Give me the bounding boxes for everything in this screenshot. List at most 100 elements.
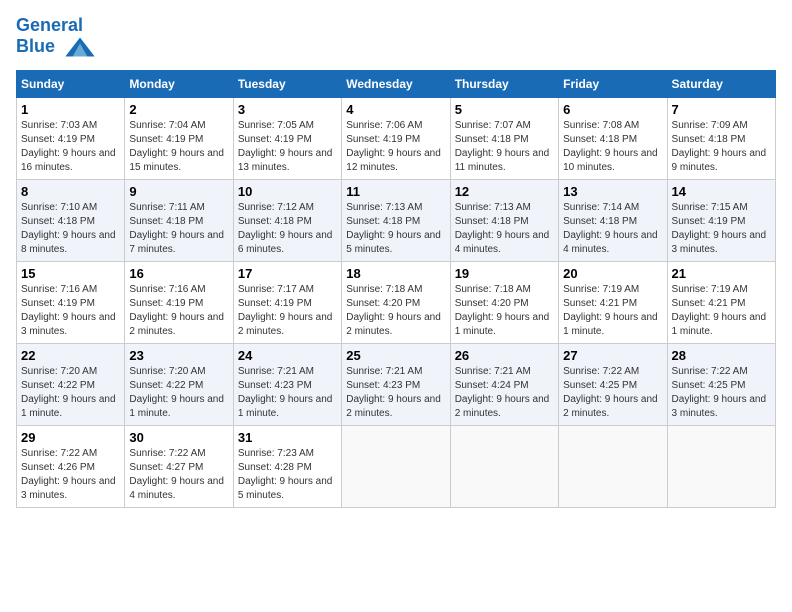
calendar-cell: 25 Sunrise: 7:21 AMSunset: 4:23 PMDaylig… (342, 343, 450, 425)
calendar-cell: 19 Sunrise: 7:18 AMSunset: 4:20 PMDaylig… (450, 261, 558, 343)
day-info: Sunrise: 7:20 AMSunset: 4:22 PMDaylight:… (21, 365, 120, 421)
day-header-thursday: Thursday (450, 70, 558, 97)
day-info: Sunrise: 7:23 AMSunset: 4:28 PMDaylight:… (238, 447, 337, 503)
calendar-cell: 11 Sunrise: 7:13 AMSunset: 4:18 PMDaylig… (342, 179, 450, 261)
day-info: Sunrise: 7:19 AMSunset: 4:21 PMDaylight:… (672, 283, 771, 339)
day-info: Sunrise: 7:09 AMSunset: 4:18 PMDaylight:… (672, 119, 771, 175)
calendar-cell: 28 Sunrise: 7:22 AMSunset: 4:25 PMDaylig… (667, 343, 775, 425)
logo-blue: Blue (16, 36, 55, 56)
day-number: 13 (563, 184, 662, 199)
day-info: Sunrise: 7:16 AMSunset: 4:19 PMDaylight:… (129, 283, 228, 339)
day-info: Sunrise: 7:21 AMSunset: 4:23 PMDaylight:… (346, 365, 445, 421)
day-info: Sunrise: 7:14 AMSunset: 4:18 PMDaylight:… (563, 201, 662, 257)
calendar-cell: 31 Sunrise: 7:23 AMSunset: 4:28 PMDaylig… (233, 425, 341, 507)
day-number: 18 (346, 266, 445, 281)
calendar-cell: 7 Sunrise: 7:09 AMSunset: 4:18 PMDayligh… (667, 97, 775, 179)
calendar-cell: 26 Sunrise: 7:21 AMSunset: 4:24 PMDaylig… (450, 343, 558, 425)
calendar-table: SundayMondayTuesdayWednesdayThursdayFrid… (16, 70, 776, 508)
calendar-cell: 9 Sunrise: 7:11 AMSunset: 4:18 PMDayligh… (125, 179, 233, 261)
day-info: Sunrise: 7:18 AMSunset: 4:20 PMDaylight:… (455, 283, 554, 339)
day-info: Sunrise: 7:21 AMSunset: 4:24 PMDaylight:… (455, 365, 554, 421)
day-info: Sunrise: 7:15 AMSunset: 4:19 PMDaylight:… (672, 201, 771, 257)
day-number: 12 (455, 184, 554, 199)
day-number: 27 (563, 348, 662, 363)
day-number: 11 (346, 184, 445, 199)
calendar-cell: 6 Sunrise: 7:08 AMSunset: 4:18 PMDayligh… (559, 97, 667, 179)
day-number: 15 (21, 266, 120, 281)
calendar-cell: 12 Sunrise: 7:13 AMSunset: 4:18 PMDaylig… (450, 179, 558, 261)
day-info: Sunrise: 7:11 AMSunset: 4:18 PMDaylight:… (129, 201, 228, 257)
calendar-cell: 1 Sunrise: 7:03 AMSunset: 4:19 PMDayligh… (17, 97, 125, 179)
day-info: Sunrise: 7:22 AMSunset: 4:25 PMDaylight:… (672, 365, 771, 421)
day-number: 9 (129, 184, 228, 199)
day-header-monday: Monday (125, 70, 233, 97)
day-info: Sunrise: 7:18 AMSunset: 4:20 PMDaylight:… (346, 283, 445, 339)
calendar-cell: 16 Sunrise: 7:16 AMSunset: 4:19 PMDaylig… (125, 261, 233, 343)
calendar-cell: 29 Sunrise: 7:22 AMSunset: 4:26 PMDaylig… (17, 425, 125, 507)
calendar-cell (450, 425, 558, 507)
logo: General Blue (16, 16, 96, 58)
calendar-cell: 8 Sunrise: 7:10 AMSunset: 4:18 PMDayligh… (17, 179, 125, 261)
day-info: Sunrise: 7:13 AMSunset: 4:18 PMDaylight:… (346, 201, 445, 257)
logo-general: General (16, 15, 83, 35)
day-number: 16 (129, 266, 228, 281)
day-number: 28 (672, 348, 771, 363)
day-number: 1 (21, 102, 120, 117)
day-number: 8 (21, 184, 120, 199)
day-number: 7 (672, 102, 771, 117)
calendar-cell: 24 Sunrise: 7:21 AMSunset: 4:23 PMDaylig… (233, 343, 341, 425)
day-number: 25 (346, 348, 445, 363)
day-info: Sunrise: 7:19 AMSunset: 4:21 PMDaylight:… (563, 283, 662, 339)
day-number: 30 (129, 430, 228, 445)
calendar-cell: 2 Sunrise: 7:04 AMSunset: 4:19 PMDayligh… (125, 97, 233, 179)
calendar-cell (667, 425, 775, 507)
day-info: Sunrise: 7:05 AMSunset: 4:19 PMDaylight:… (238, 119, 337, 175)
day-info: Sunrise: 7:22 AMSunset: 4:27 PMDaylight:… (129, 447, 228, 503)
day-info: Sunrise: 7:04 AMSunset: 4:19 PMDaylight:… (129, 119, 228, 175)
calendar-cell: 5 Sunrise: 7:07 AMSunset: 4:18 PMDayligh… (450, 97, 558, 179)
calendar-cell: 30 Sunrise: 7:22 AMSunset: 4:27 PMDaylig… (125, 425, 233, 507)
day-info: Sunrise: 7:21 AMSunset: 4:23 PMDaylight:… (238, 365, 337, 421)
calendar-cell: 23 Sunrise: 7:20 AMSunset: 4:22 PMDaylig… (125, 343, 233, 425)
day-header-wednesday: Wednesday (342, 70, 450, 97)
day-number: 26 (455, 348, 554, 363)
calendar-cell: 20 Sunrise: 7:19 AMSunset: 4:21 PMDaylig… (559, 261, 667, 343)
day-number: 24 (238, 348, 337, 363)
day-info: Sunrise: 7:16 AMSunset: 4:19 PMDaylight:… (21, 283, 120, 339)
day-number: 3 (238, 102, 337, 117)
day-info: Sunrise: 7:17 AMSunset: 4:19 PMDaylight:… (238, 283, 337, 339)
day-number: 4 (346, 102, 445, 117)
calendar-cell: 4 Sunrise: 7:06 AMSunset: 4:19 PMDayligh… (342, 97, 450, 179)
day-header-tuesday: Tuesday (233, 70, 341, 97)
day-info: Sunrise: 7:03 AMSunset: 4:19 PMDaylight:… (21, 119, 120, 175)
day-info: Sunrise: 7:22 AMSunset: 4:25 PMDaylight:… (563, 365, 662, 421)
day-number: 5 (455, 102, 554, 117)
page-header: General Blue (16, 16, 776, 58)
day-number: 20 (563, 266, 662, 281)
calendar-cell: 14 Sunrise: 7:15 AMSunset: 4:19 PMDaylig… (667, 179, 775, 261)
day-number: 2 (129, 102, 228, 117)
day-info: Sunrise: 7:20 AMSunset: 4:22 PMDaylight:… (129, 365, 228, 421)
day-number: 31 (238, 430, 337, 445)
calendar-cell: 18 Sunrise: 7:18 AMSunset: 4:20 PMDaylig… (342, 261, 450, 343)
day-info: Sunrise: 7:22 AMSunset: 4:26 PMDaylight:… (21, 447, 120, 503)
calendar-cell: 27 Sunrise: 7:22 AMSunset: 4:25 PMDaylig… (559, 343, 667, 425)
day-info: Sunrise: 7:12 AMSunset: 4:18 PMDaylight:… (238, 201, 337, 257)
day-info: Sunrise: 7:06 AMSunset: 4:19 PMDaylight:… (346, 119, 445, 175)
calendar-cell: 3 Sunrise: 7:05 AMSunset: 4:19 PMDayligh… (233, 97, 341, 179)
calendar-cell (559, 425, 667, 507)
calendar-cell: 21 Sunrise: 7:19 AMSunset: 4:21 PMDaylig… (667, 261, 775, 343)
calendar-cell: 15 Sunrise: 7:16 AMSunset: 4:19 PMDaylig… (17, 261, 125, 343)
calendar-cell: 22 Sunrise: 7:20 AMSunset: 4:22 PMDaylig… (17, 343, 125, 425)
day-number: 17 (238, 266, 337, 281)
day-header-sunday: Sunday (17, 70, 125, 97)
day-number: 14 (672, 184, 771, 199)
day-info: Sunrise: 7:07 AMSunset: 4:18 PMDaylight:… (455, 119, 554, 175)
day-number: 29 (21, 430, 120, 445)
day-header-saturday: Saturday (667, 70, 775, 97)
day-info: Sunrise: 7:10 AMSunset: 4:18 PMDaylight:… (21, 201, 120, 257)
calendar-cell: 13 Sunrise: 7:14 AMSunset: 4:18 PMDaylig… (559, 179, 667, 261)
day-number: 19 (455, 266, 554, 281)
day-number: 10 (238, 184, 337, 199)
calendar-cell (342, 425, 450, 507)
